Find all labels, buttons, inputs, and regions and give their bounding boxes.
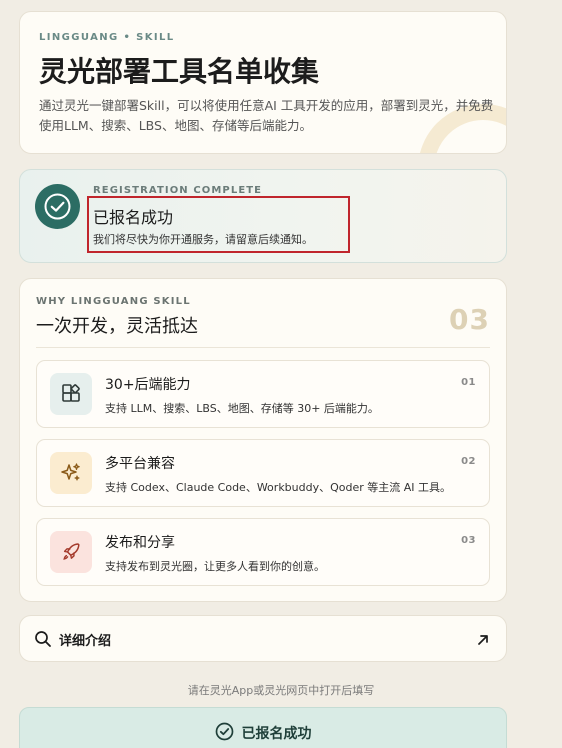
registration-status-card: REGISTRATION COMPLETE 已报名成功 我们将尽快为你开通服务，… [19,169,507,263]
search-icon [34,630,52,652]
features-eyebrow: WHY LINGGUANG SKILL [36,296,191,307]
page-title: 灵光部署工具名单收集 [39,55,320,88]
features-card: WHY LINGGUANG SKILL 一次开发，灵活抵达 03 30+后端能力… [19,278,507,602]
arrow-up-right-icon [476,632,490,651]
features-heading: 一次开发，灵活抵达 [36,316,198,337]
feature-item: 30+后端能力 支持 LLM、搜索、LBS、地图、存储等 30+ 后端能力。 0… [36,360,490,428]
feature-item: 发布和分享 支持发布到灵光圈，让更多人看到你的创意。 03 [36,518,490,586]
feature-title: 多平台兼容 [105,456,175,472]
hero-eyebrow: LINGGUANG • SKILL [39,32,175,43]
feature-desc: 支持 LLM、搜索、LBS、地图、存储等 30+ 后端能力。 [105,402,379,415]
registered-button-label: 已报名成功 [241,726,312,742]
hero-description: 通过灵光一键部署Skill，可以将使用任意AI 工具开发的应用，部署到灵光，并免… [39,98,494,133]
feature-number: 01 [461,377,476,388]
feature-desc: 支持 Codex、Claude Code、Workbuddy、Qoder 等主流… [105,481,452,494]
feature-number: 03 [461,535,476,546]
feature-number: 02 [461,456,476,467]
status-note: 我们将尽快为你开通服务，请留意后续通知。 [93,233,313,246]
features-count: 03 [449,303,490,336]
hero-card: LINGGUANG • SKILL 灵光部署工具名单收集 通过灵光一键部署Ski… [19,11,507,154]
feature-desc: 支持发布到灵光圈，让更多人看到你的创意。 [105,560,325,573]
feature-title: 发布和分享 [105,535,175,551]
registered-button[interactable]: 已报名成功 [19,707,507,748]
feature-item: 多平台兼容 支持 Codex、Claude Code、Workbuddy、Qod… [36,439,490,507]
detail-label: 详细介绍 [59,634,112,649]
status-eyebrow: REGISTRATION COMPLETE [93,185,263,196]
open-in-app-hint: 请在灵光App或灵光网页中打开后填写 [187,684,375,697]
feature-title: 30+后端能力 [105,377,191,393]
check-circle-icon [35,184,80,229]
grid-blocks-icon [50,373,92,415]
detail-link[interactable]: 详细介绍 [19,615,507,662]
divider [36,347,490,348]
rocket-icon [50,531,92,573]
check-circle-icon [215,722,234,745]
status-title: 已报名成功 [93,208,174,227]
sparkle-icon [50,452,92,494]
